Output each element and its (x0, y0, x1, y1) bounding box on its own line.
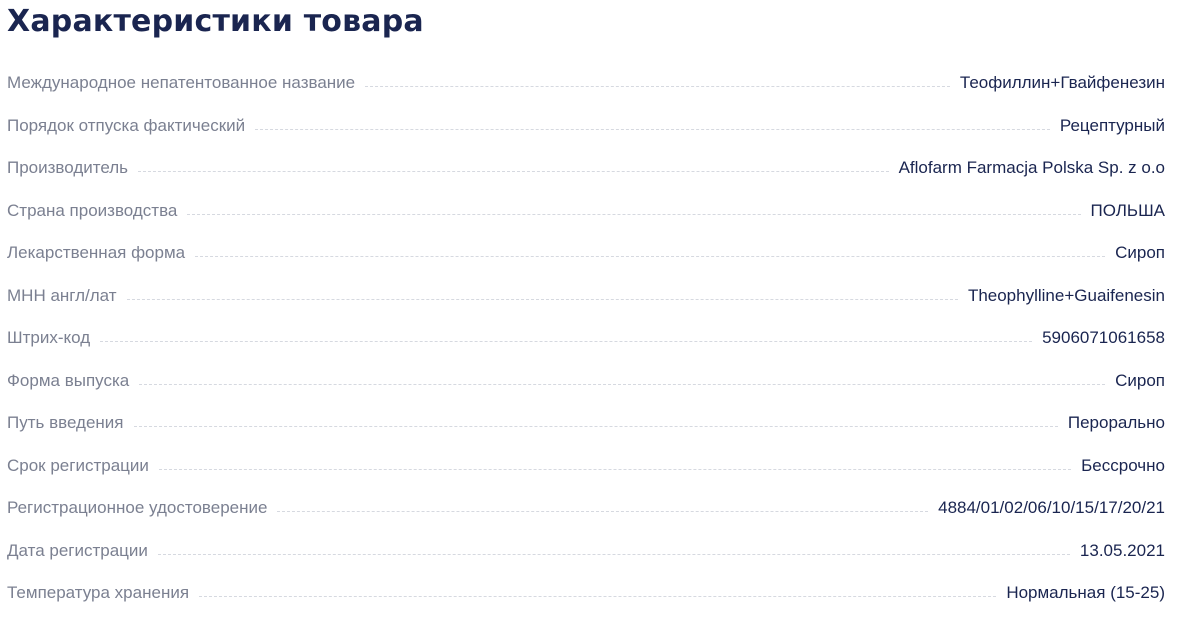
spec-value: Нормальная (15-25) (1006, 583, 1165, 602)
spec-label: Регистрационное удостоверение (7, 498, 268, 517)
spec-row: Регистрационное удостоверение 4884/01/02… (7, 498, 1165, 541)
spec-value: Рецептурный (1059, 115, 1165, 135)
spec-row: Международное непатентованное название Т… (7, 73, 1165, 116)
spec-value: Сироп (1115, 370, 1165, 390)
spec-value: 4884/01/02/06/10/15/17/20/21 (938, 498, 1165, 517)
dotted-leader (199, 596, 997, 597)
spec-row: Форма выпуска Сироп (7, 371, 1165, 414)
spec-row: Срок регистрации Бессрочно (7, 456, 1165, 499)
dotted-leader (277, 511, 929, 512)
spec-value: Theophylline+Guaifenesin (967, 285, 1165, 305)
dotted-leader (157, 553, 1070, 555)
spec-label: Порядок отпуска фактический (7, 115, 246, 135)
dotted-leader (187, 213, 1081, 215)
spec-row: Штрих-код 5906071061658 (7, 328, 1165, 371)
spec-row: Лекарственная форма Сироп (7, 243, 1165, 286)
spec-label: Форма выпуска (7, 370, 130, 390)
spec-value: ПОЛЬША (1090, 200, 1165, 220)
spec-value: 13.05.2021 (1079, 540, 1165, 560)
spec-label: Лекарственная форма (7, 243, 186, 262)
section-title: Характеристики товара (7, 4, 424, 39)
spec-row: Температура хранения Нормальная (15-25) (7, 583, 1165, 626)
spec-label: Дата регистрации (7, 540, 148, 560)
spec-value: Бессрочно (1081, 455, 1165, 475)
spec-label: Международное непатентованное название (7, 73, 356, 92)
spec-value: Aflofarm Farmacja Polska Sp. z o.o (898, 158, 1165, 177)
dotted-leader (139, 383, 1106, 385)
spec-label: Производитель (7, 158, 129, 177)
dotted-leader (126, 298, 958, 300)
dotted-leader (133, 426, 1058, 427)
spec-row: Страна производства ПОЛЬША (7, 201, 1165, 244)
spec-label: Срок регистрации (7, 455, 149, 475)
spec-row: Дата регистрации 13.05.2021 (7, 541, 1165, 584)
spec-label: Путь введения (7, 413, 124, 432)
spec-label: МНН англ/лат (7, 285, 117, 305)
dotted-leader (100, 341, 1033, 342)
dotted-leader (158, 468, 1072, 470)
spec-label: Штрих-код (7, 328, 91, 347)
dotted-leader (138, 171, 889, 172)
spec-row: Путь введения Перорально (7, 413, 1165, 456)
spec-label: Страна производства (7, 200, 178, 220)
spec-row: МНН англ/лат Theophylline+Guaifenesin (7, 286, 1165, 329)
spec-row: Производитель Aflofarm Farmacja Polska S… (7, 158, 1165, 201)
spec-value: 5906071061658 (1042, 328, 1165, 347)
spec-label: Температура хранения (7, 583, 190, 602)
dotted-leader (255, 128, 1050, 130)
spec-value: Перорально (1067, 413, 1165, 432)
dotted-leader (195, 256, 1106, 257)
specs-list: Международное непатентованное название Т… (7, 73, 1165, 626)
spec-value: Теофиллин+Гвайфенезин (959, 73, 1165, 92)
spec-value: Сироп (1115, 243, 1165, 262)
spec-row: Порядок отпуска фактический Рецептурный (7, 116, 1165, 159)
product-characteristics: Характеристики товара Международное непа… (0, 0, 1197, 622)
dotted-leader (365, 86, 950, 87)
